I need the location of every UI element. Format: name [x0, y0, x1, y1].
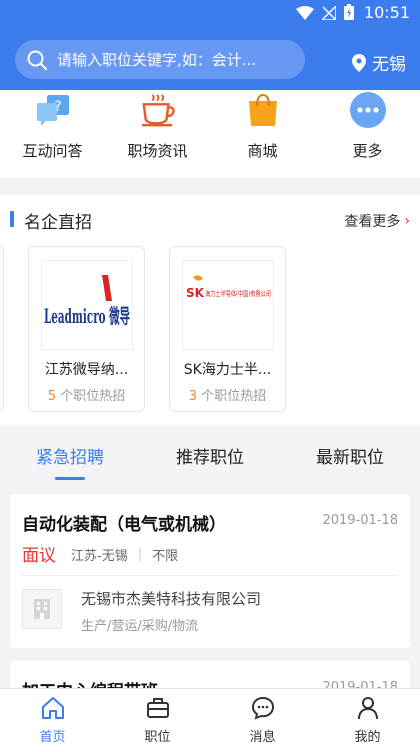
nav-label: 职位	[144, 730, 171, 745]
view-more-link[interactable]: 查看更多 ›	[344, 211, 410, 231]
sk-hynix-logo: SK 海力士半导体(中国)有限公司	[182, 260, 274, 350]
job-date: 2019-01-18	[322, 513, 398, 528]
qa-icon: ?	[35, 92, 71, 128]
tab-recommended[interactable]: 推荐职位	[140, 425, 280, 480]
quick-item-more[interactable]: 更多	[315, 90, 420, 178]
search-placeholder: 请输入职位关键字,如：会计...	[57, 51, 257, 69]
location-city: 无锡	[372, 55, 406, 75]
nav-home[interactable]: 首页	[0, 689, 105, 752]
nav-profile[interactable]: 我的	[315, 689, 420, 752]
jobs-suffix: 个职位热招	[56, 389, 126, 404]
quick-menu: ? 互动问答 职场资讯 商城 更多	[0, 90, 420, 178]
quick-item-mall[interactable]: 商城	[210, 90, 315, 178]
nav-messages[interactable]: 消息	[210, 689, 315, 752]
leadmicro-logo: Leadmicro 微导	[41, 260, 133, 350]
jobs-count: 3	[188, 389, 198, 404]
quick-label: 职场资讯	[127, 142, 188, 160]
tab-urgent[interactable]: 紧急招聘	[0, 425, 140, 480]
svg-text:?: ?	[54, 99, 61, 115]
coffee-icon	[140, 92, 176, 128]
job-location: 江苏-无锡	[71, 549, 128, 564]
jobs-count: 5	[47, 389, 57, 404]
company-name: SK海力士半...	[183, 362, 272, 378]
company-industry: 生产/营运/采购/物流	[81, 619, 199, 634]
company-jobs: 3 个职位热招	[170, 385, 285, 404]
app-header: 10:51 请输入职位关键字,如：会计... 无锡	[0, 0, 420, 90]
briefcase-icon	[145, 695, 171, 721]
section-title: 名企直招	[24, 213, 92, 233]
company-card[interactable]: SK 海力士半导体(中国)有限公司 SK海力士半... 3 个职位热招	[169, 246, 286, 412]
company-logo-wordmark: 海力士半导体(中国)有限公司	[205, 289, 271, 298]
shopping-bag-icon	[245, 92, 281, 128]
job-salary: 面议	[22, 546, 56, 566]
divider	[22, 575, 398, 576]
company-name: 江苏微导纳...	[44, 362, 129, 378]
famous-companies-section: 名企直招 查看更多 › Leadmicro 微导 江苏微导纳... 5 个职位热…	[0, 195, 420, 425]
quick-item-news[interactable]: 职场资讯	[105, 90, 210, 178]
wifi-icon	[296, 5, 314, 24]
search-icon	[27, 50, 47, 70]
signal-icon	[320, 3, 337, 24]
battery-icon	[344, 4, 354, 24]
message-icon	[250, 695, 276, 721]
search-input[interactable]: 请输入职位关键字,如：会计...	[15, 40, 305, 79]
company-card[interactable]: Leadmicro 微导 江苏微导纳... 5 个职位热招	[28, 246, 145, 412]
location-pin-icon	[352, 53, 366, 72]
quick-label: 互动问答	[22, 142, 83, 160]
jobs-suffix: 个职位热招	[197, 389, 267, 404]
job-card[interactable]: 自动化装配（电气或机械） 2019-01-18 面议 江苏-无锡 | 不限 无锡…	[10, 494, 410, 648]
status-icons	[296, 3, 354, 24]
chevron-right-icon: ›	[404, 213, 410, 229]
company-card-partial[interactable]	[0, 246, 4, 412]
svg-text:SK: SK	[186, 286, 205, 300]
meta-separator: |	[137, 547, 143, 562]
section-accent-bar	[10, 211, 14, 227]
view-more-label: 查看更多	[344, 214, 401, 230]
person-icon	[355, 695, 381, 721]
section-header: 名企直招 查看更多 ›	[0, 209, 420, 233]
bottom-nav: 首页 职位 消息 我的	[0, 688, 420, 752]
nav-label: 首页	[39, 730, 66, 745]
nav-label: 消息	[249, 730, 276, 745]
quick-item-qa[interactable]: ? 互动问答	[0, 90, 105, 178]
quick-label: 商城	[247, 142, 278, 160]
nav-jobs[interactable]: 职位	[105, 689, 210, 752]
quick-label: 更多	[352, 142, 383, 160]
building-icon	[22, 589, 62, 629]
status-time: 10:51	[363, 3, 410, 22]
home-icon	[40, 695, 66, 721]
job-experience: 不限	[152, 549, 179, 564]
location-selector[interactable]: 无锡	[352, 50, 406, 75]
company-jobs: 5 个职位热招	[29, 385, 144, 404]
job-title: 自动化装配（电气或机械）	[22, 515, 226, 535]
more-icon	[349, 92, 386, 128]
job-tabs: 紧急招聘 推荐职位 最新职位	[0, 425, 420, 480]
status-bar: 10:51	[0, 0, 420, 26]
company-name: 无锡市杰美特科技有限公司	[81, 590, 262, 608]
tab-latest[interactable]: 最新职位	[280, 425, 420, 480]
nav-label: 我的	[354, 730, 381, 745]
company-logo-wordmark: Leadmicro 微导	[44, 304, 130, 328]
job-meta: 江苏-无锡 | 不限	[71, 545, 178, 564]
